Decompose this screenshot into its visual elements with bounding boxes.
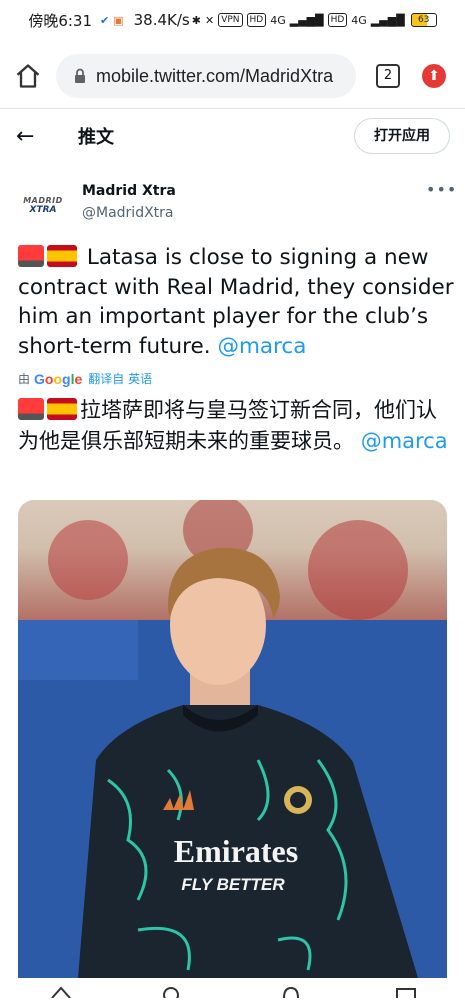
author-name[interactable]: Madrid Xtra (82, 183, 176, 199)
network-speed: 38.4K/s (133, 11, 190, 29)
url-text: mobile.twitter.com/MadridXtra (96, 65, 334, 86)
mute-icon: ✕ (204, 13, 215, 27)
spain-flag-icon (47, 245, 77, 267)
avatar-logo-text: XTRA (29, 204, 57, 215)
battery-icon: 63 (410, 13, 437, 27)
avatar-logo-text: MADRID (23, 195, 63, 205)
net-type-label: 4G (351, 13, 367, 27)
divider (0, 108, 465, 109)
translate-link[interactable]: 翻译自 英语 (88, 370, 152, 387)
google-logo-icon: Google (34, 370, 83, 387)
mention-link[interactable]: @marca (217, 334, 306, 359)
translation-attribution: 由 Google 翻译自 英语 (18, 370, 152, 387)
search-icon[interactable] (160, 984, 182, 998)
bottom-nav-bar (0, 978, 465, 1000)
sponsor-text: Emirates (174, 833, 298, 869)
tweet-header: ← 推文 打开应用 (0, 110, 465, 160)
signal-icon: ▂▄▆█ (289, 13, 324, 27)
net-type-label: 4G (270, 13, 286, 27)
page-title: 推文 (78, 127, 114, 148)
translate-prefix: 由 (18, 372, 31, 386)
browser-toolbar: mobile.twitter.com/MadridXtra 2 ⬆ (0, 44, 465, 106)
back-arrow-icon[interactable]: ← (16, 124, 34, 149)
status-time: 傍晚6:31 (28, 11, 93, 30)
address-bar[interactable]: mobile.twitter.com/MadridXtra (56, 54, 356, 98)
spain-flag-icon (47, 398, 77, 420)
app-notification-icon: ✔ (100, 13, 110, 27)
messages-icon[interactable] (395, 984, 417, 998)
home-icon[interactable] (14, 62, 42, 90)
open-app-button[interactable]: 打开应用 (354, 118, 450, 154)
notifications-icon[interactable] (280, 984, 302, 998)
bluetooth-icon: ✱ (191, 13, 201, 27)
hd-badge: HD (246, 13, 267, 27)
more-options-icon[interactable]: ••• (426, 180, 457, 199)
translated-text: 拉塔萨即将与皇马签订新合同，他们认为他是俱乐部短期未来的重要球员。 @marca (18, 395, 454, 457)
hd-badge: HD (327, 13, 348, 27)
siren-emoji-icon (18, 245, 44, 267)
update-icon[interactable]: ⬆ (422, 64, 446, 88)
status-bar: 傍晚6:31 ✔ ▣ 38.4K/s ✱ ✕ VPN HD 4G ▂▄▆█ HD… (0, 0, 465, 40)
vpn-badge: VPN (218, 13, 243, 27)
siren-emoji-icon (18, 398, 44, 420)
lock-icon (75, 68, 85, 83)
player-photo: Emirates FLY BETTER (18, 500, 447, 978)
avatar[interactable]: MADRID XTRA (20, 182, 66, 228)
author-handle[interactable]: @MadridXtra (82, 205, 174, 221)
tab-switcher-button[interactable]: 2 (376, 64, 400, 88)
home-icon[interactable] (50, 984, 72, 998)
tweet-text: Latasa is close to signing a new contrac… (18, 243, 454, 361)
mention-link[interactable]: @marca (361, 429, 448, 453)
sponsor-subtext: FLY BETTER (181, 875, 285, 894)
signal-icon: ▂▄▆█ (370, 13, 405, 27)
tweet-photo[interactable]: Emirates FLY BETTER (18, 500, 447, 978)
app-notification-icon: ▣ (113, 13, 124, 27)
